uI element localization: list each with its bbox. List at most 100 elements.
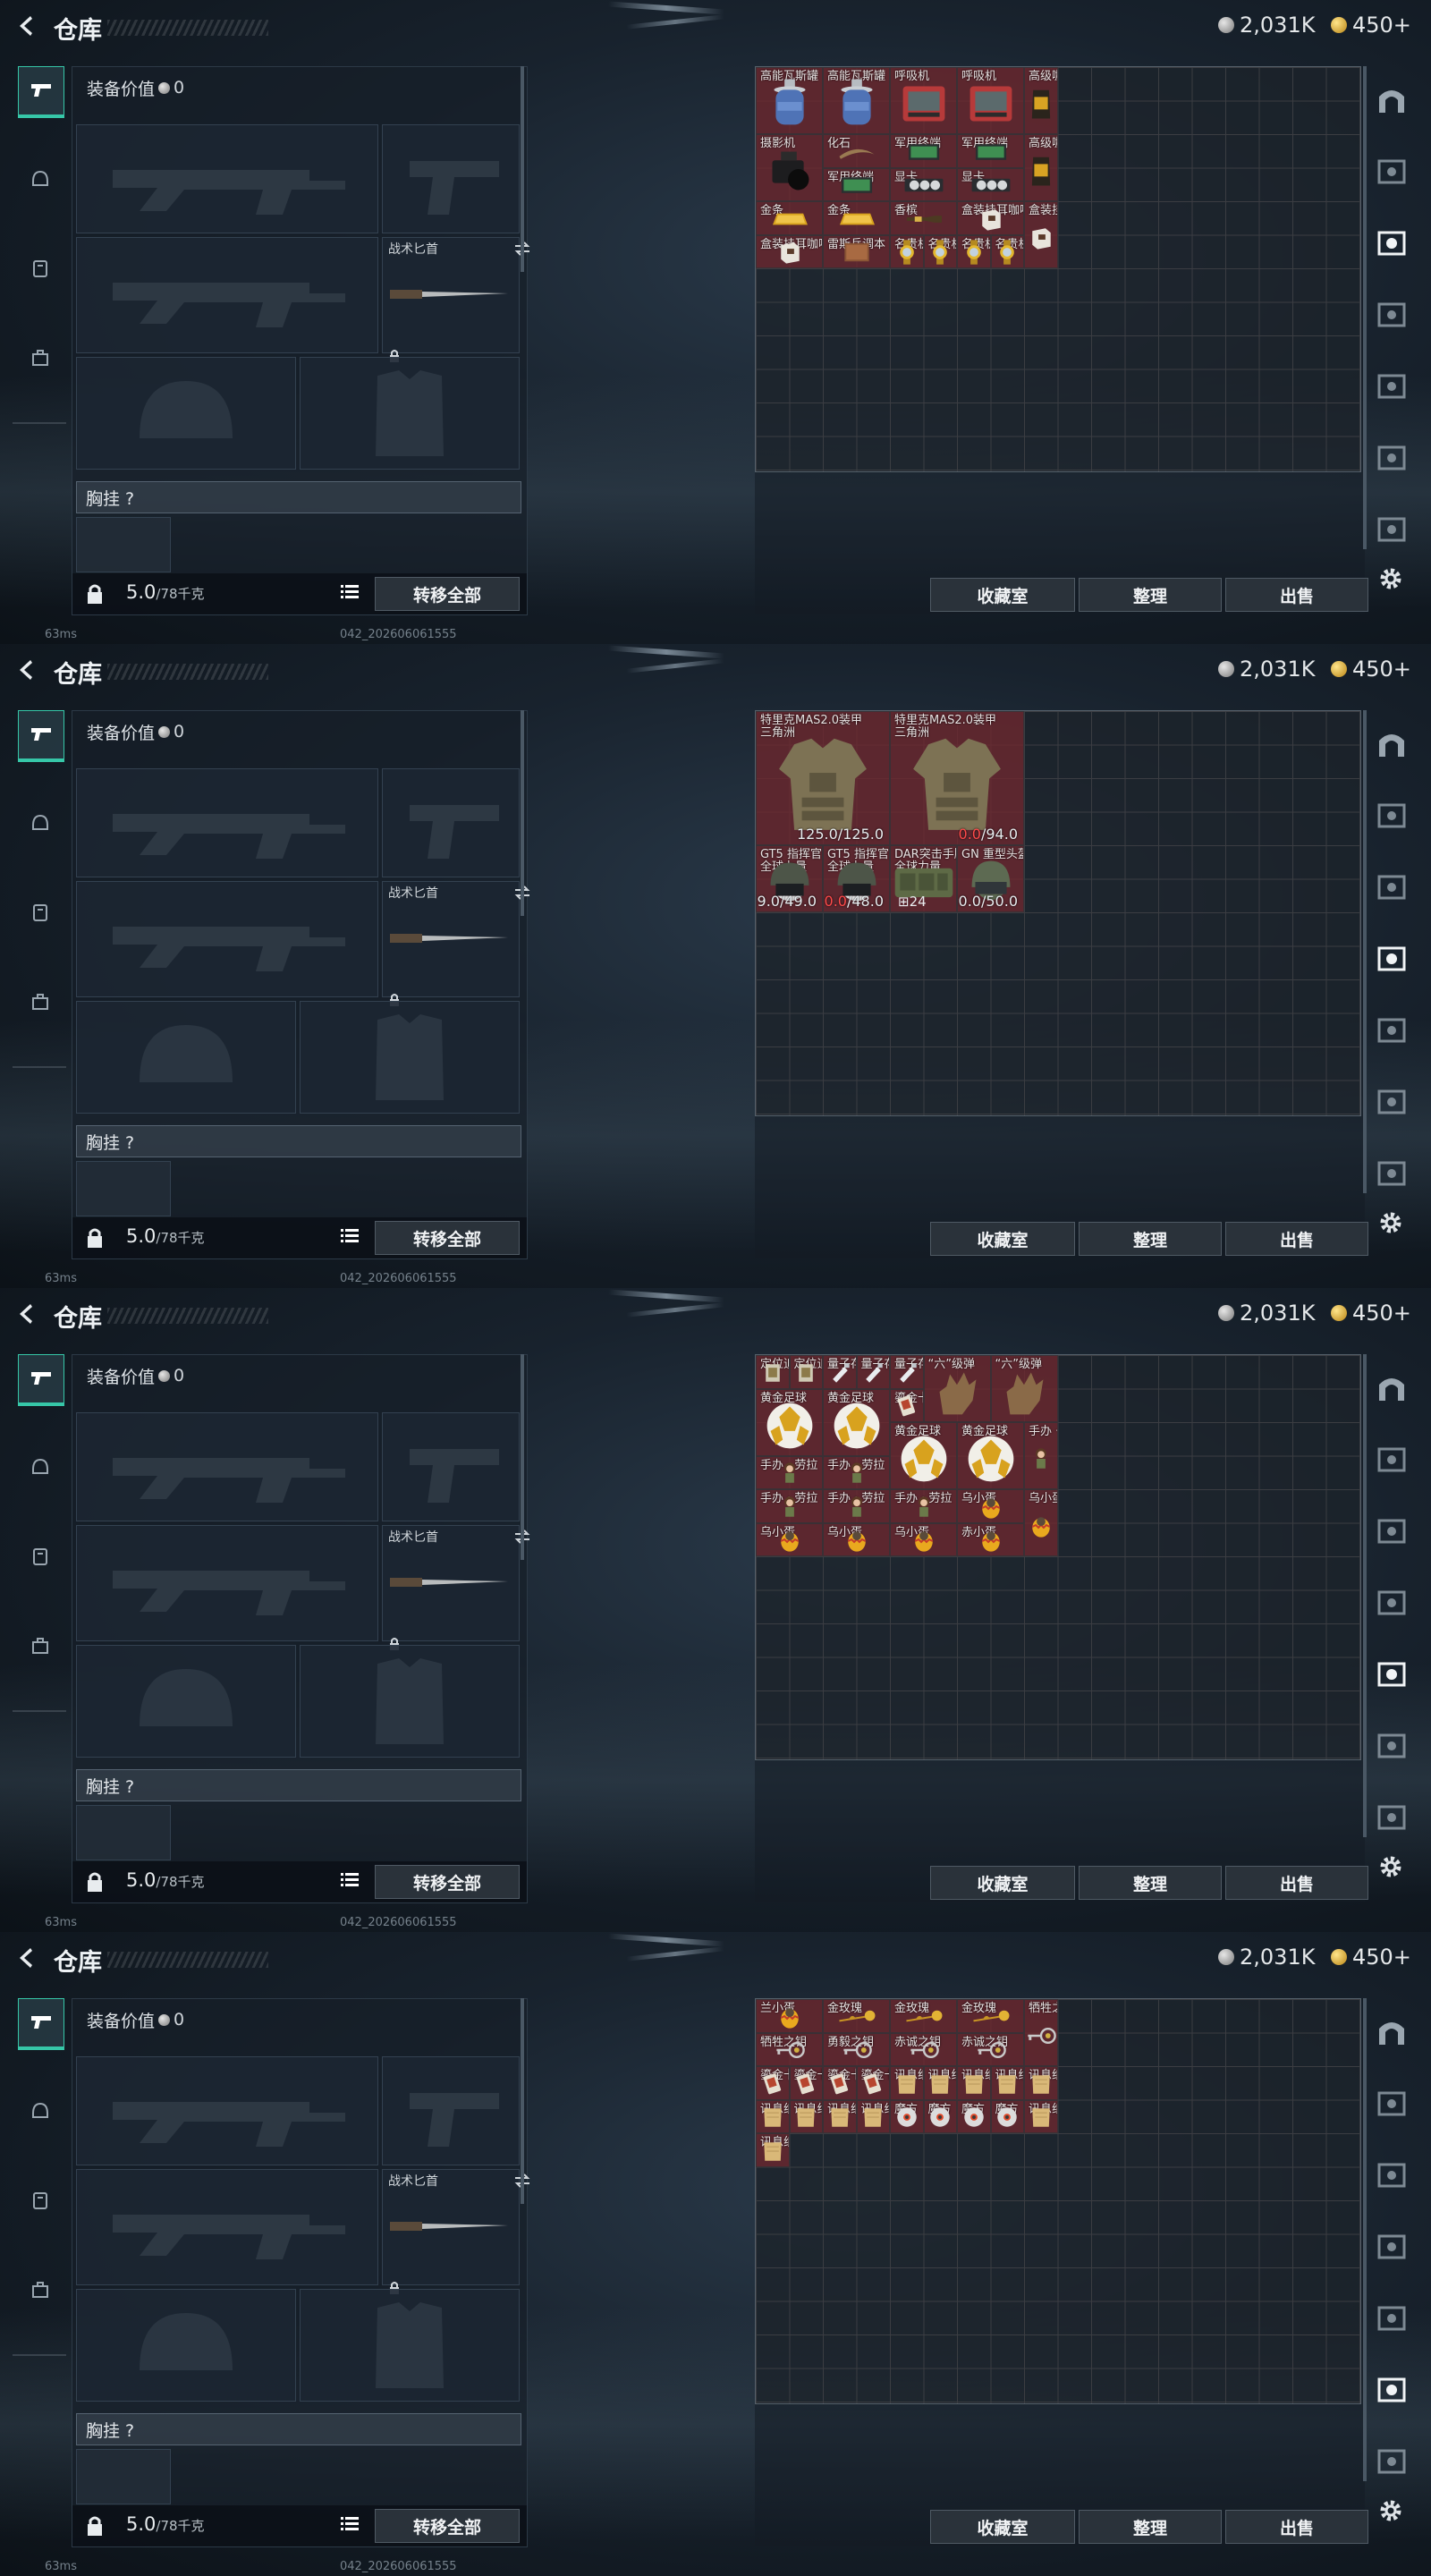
knife-slot[interactable]: 战术匕首	[382, 2169, 530, 2294]
inventory-item[interactable]: 讯息纸条	[1024, 2099, 1058, 2133]
storage-case-nav-icon[interactable]	[1374, 1442, 1413, 1481]
inventory-item[interactable]: 手办 · 劳拉	[1024, 1422, 1058, 1489]
tab-helmet[interactable]	[18, 2088, 63, 2138]
storage-case-nav-icon[interactable]	[1374, 1800, 1413, 1839]
tab-backpack[interactable]	[18, 979, 63, 1029]
inventory-item[interactable]: 定位追踪器	[789, 1355, 823, 1389]
chest-rig-slot[interactable]	[76, 517, 171, 572]
inventory-item[interactable]: 讯息纸条	[756, 2099, 790, 2133]
settings-gear-icon[interactable]	[1377, 1853, 1404, 1884]
silver-currency[interactable]: 2,031K	[1218, 657, 1315, 682]
inventory-item[interactable]: 显卡	[890, 167, 957, 201]
inventory-item[interactable]: 乌小蛋	[890, 1522, 957, 1556]
inventory-item[interactable]: 魔方	[957, 2099, 991, 2133]
inventory-item[interactable]: 金条	[823, 201, 890, 235]
storage-case-nav-icon[interactable]	[1374, 2157, 1413, 2197]
secondary-weapon-slot[interactable]	[76, 2169, 378, 2285]
sell-button[interactable]: 出售	[1225, 578, 1368, 612]
secondary-weapon-slot[interactable]	[76, 237, 378, 353]
list-icon[interactable]	[341, 1872, 359, 1892]
inventory-item[interactable]: 高能瓦斯罐	[756, 67, 823, 134]
storage-case-nav-icon[interactable]	[1374, 941, 1413, 980]
inventory-item[interactable]: 高级咖啡豆	[1024, 67, 1058, 134]
storage-case-nav-icon[interactable]	[1374, 798, 1413, 837]
storage-case-nav-icon[interactable]	[1374, 1013, 1413, 1052]
collection-room-button[interactable]: 收藏室	[930, 1866, 1075, 1900]
storage-case-nav-icon[interactable]	[1374, 1156, 1413, 1195]
helmet-slot[interactable]	[76, 1001, 296, 1114]
tab-armor[interactable]	[18, 889, 63, 939]
transfer-all-button[interactable]: 转移全部	[375, 577, 520, 611]
secondary-weapon-slot[interactable]	[76, 881, 378, 997]
inventory-item[interactable]: GN 重型头盔50.0/50.0	[957, 845, 1024, 912]
list-icon[interactable]	[341, 1228, 359, 1248]
storage-case-nav-icon[interactable]	[1374, 369, 1413, 408]
armor-slot[interactable]	[300, 1645, 520, 1758]
sort-button[interactable]: 整理	[1079, 1866, 1222, 1900]
list-icon[interactable]	[341, 584, 359, 604]
transfer-all-button[interactable]: 转移全部	[375, 1221, 520, 1255]
tab-helmet[interactable]	[18, 156, 63, 206]
inventory-item[interactable]: 香槟	[890, 201, 957, 235]
grid-scrollbar[interactable]	[1363, 66, 1367, 549]
inventory-item[interactable]: DAR突击手胸挂全球力量⊞24	[890, 845, 957, 912]
storage-case-nav-icon[interactable]	[1374, 225, 1413, 265]
primary-weapon-slot[interactable]	[76, 1412, 378, 1521]
armor-slot[interactable]	[300, 2289, 520, 2402]
tab-backpack[interactable]	[18, 1623, 63, 1673]
loadout-scrollbar[interactable]	[521, 1354, 524, 1560]
warehouse-nav-icon[interactable]	[1374, 82, 1413, 122]
inventory-item[interactable]: 军用终端	[890, 134, 957, 168]
inventory-item[interactable]: 赤诚之钥	[890, 2032, 957, 2066]
inventory-item[interactable]: 魔方	[923, 2099, 957, 2133]
sell-button[interactable]: 出售	[1225, 2510, 1368, 2544]
storage-grid[interactable]: 特里克MAS2.0装甲 三角洲 125.0/125.0 特里克MAS2.0装甲 三角洲 0…	[755, 710, 1361, 1116]
inventory-item[interactable]: 牺牲之钥	[1024, 1999, 1058, 2066]
back-arrow-icon[interactable]	[13, 657, 39, 683]
inventory-item[interactable]: 魔方	[990, 2099, 1024, 2133]
sort-button[interactable]: 整理	[1079, 2510, 1222, 2544]
settings-gear-icon[interactable]	[1377, 1209, 1404, 1240]
gold-currency[interactable]: 450+	[1331, 657, 1411, 682]
storage-case-nav-icon[interactable]	[1374, 297, 1413, 336]
inventory-item[interactable]: 特里克MAS2.0装甲 三角洲 0.0/94.0	[890, 711, 1024, 845]
inventory-item[interactable]: 名贵机械表	[990, 234, 1024, 268]
storage-grid[interactable]: 高能瓦斯罐高能瓦斯罐呼吸机呼吸机高级咖啡豆摄影机化石军用终端军用终端高级咖啡豆军…	[755, 66, 1361, 472]
chest-rig-slot[interactable]	[76, 1805, 171, 1860]
storage-case-nav-icon[interactable]	[1374, 869, 1413, 909]
tab-backpack[interactable]	[18, 2267, 63, 2317]
inventory-item[interactable]: 鎏金卡牌	[789, 2066, 823, 2100]
inventory-item[interactable]: 金玫瑰	[957, 1999, 1024, 2033]
transfer-all-button[interactable]: 转移全部	[375, 2509, 520, 2543]
warehouse-nav-icon[interactable]	[1374, 1370, 1413, 1410]
inventory-item[interactable]: 手办 · 劳拉	[823, 1489, 890, 1523]
inventory-item[interactable]: 魔方	[890, 2099, 924, 2133]
storage-case-nav-icon[interactable]	[1374, 2444, 1413, 2483]
back-arrow-icon[interactable]	[13, 13, 39, 39]
sort-button[interactable]: 整理	[1079, 578, 1222, 612]
inventory-item[interactable]: 手办 · 劳拉	[890, 1489, 957, 1523]
inventory-item[interactable]: 讯息纸条	[890, 2066, 924, 2100]
inventory-item[interactable]: 摄影机	[756, 134, 823, 201]
transfer-all-button[interactable]: 转移全部	[375, 1865, 520, 1899]
inventory-item[interactable]: GT5 指挥官头盔全球力量0.0/48.0	[823, 845, 890, 912]
storage-case-nav-icon[interactable]	[1374, 440, 1413, 479]
storage-case-nav-icon[interactable]	[1374, 1084, 1413, 1123]
sell-button[interactable]: 出售	[1225, 1866, 1368, 1900]
inventory-item[interactable]: 鎏金卡牌	[890, 1388, 924, 1422]
tab-armor[interactable]	[18, 2177, 63, 2227]
inventory-item[interactable]: 勇毅之钥	[823, 2032, 890, 2066]
storage-case-nav-icon[interactable]	[1374, 2301, 1413, 2340]
tab-armor[interactable]	[18, 245, 63, 295]
inventory-item[interactable]: 量子存储	[856, 1355, 890, 1389]
inventory-item[interactable]: 特里克MAS2.0装甲 三角洲 125.0/125.0	[756, 711, 890, 845]
settings-gear-icon[interactable]	[1377, 2497, 1404, 2528]
secondary-weapon-slot[interactable]	[76, 1525, 378, 1641]
inventory-item[interactable]: 讯息纸条	[1024, 2066, 1058, 2100]
inventory-item[interactable]: 金条	[756, 201, 823, 235]
storage-grid[interactable]: 兰小蛋金玫瑰金玫瑰金玫瑰牺牲之钥牺牲之钥勇毅之钥赤诚之钥赤诚之钥鎏金卡牌鎏金卡牌…	[755, 1998, 1361, 2404]
inventory-item[interactable]: 讯息纸条	[957, 2066, 991, 2100]
collection-room-button[interactable]: 收藏室	[930, 1222, 1075, 1256]
inventory-item[interactable]: 名贵机械表	[957, 234, 991, 268]
loadout-scrollbar[interactable]	[521, 1998, 524, 2204]
